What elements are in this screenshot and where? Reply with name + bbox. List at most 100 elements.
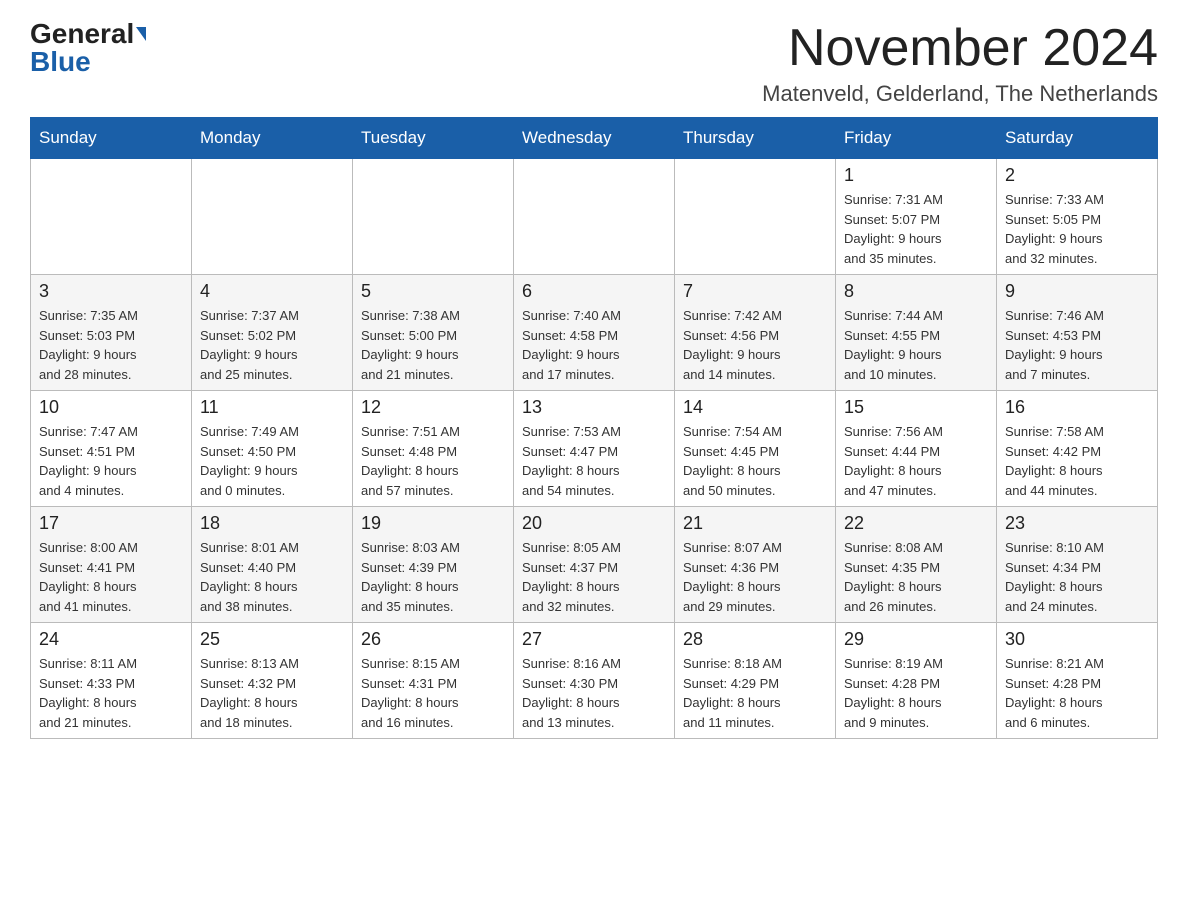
day-info: Sunrise: 7:47 AMSunset: 4:51 PMDaylight:… <box>39 422 183 500</box>
day-number: 2 <box>1005 165 1149 186</box>
calendar-week-row: 17 Sunrise: 8:00 AMSunset: 4:41 PMDayligh… <box>31 507 1158 623</box>
day-info: Sunrise: 7:40 AMSunset: 4:58 PMDaylight:… <box>522 306 666 384</box>
calendar-cell: 26 Sunrise: 8:15 AMSunset: 4:31 PMDayligh… <box>353 623 514 739</box>
calendar-cell: 21Sunrise: 8:07 AMSunset: 4:36 PMDayligh… <box>675 507 836 623</box>
day-info: Sunrise: 8:15 AMSunset: 4:31 PMDaylight:… <box>361 654 505 732</box>
calendar-cell: 13 Sunrise: 7:53 AMSunset: 4:47 PMDayligh… <box>514 391 675 507</box>
day-info: Sunrise: 7:35 AMSunset: 5:03 PMDaylight:… <box>39 306 183 384</box>
calendar-header-monday: Monday <box>192 118 353 159</box>
day-info: Sunrise: 8:01 AMSunset: 4:40 PMDaylight:… <box>200 538 344 616</box>
logo-blue: Blue <box>30 48 91 76</box>
day-number: 22 <box>844 513 988 534</box>
day-info: Sunrise: 8:05 AMSunset: 4:37 PMDaylight:… <box>522 538 666 616</box>
logo-triangle-icon <box>136 27 146 41</box>
calendar-cell: 18 Sunrise: 8:01 AMSunset: 4:40 PMDayligh… <box>192 507 353 623</box>
calendar-cell <box>31 159 192 275</box>
day-info: Sunrise: 8:11 AMSunset: 4:33 PMDaylight:… <box>39 654 183 732</box>
calendar-cell: 19 Sunrise: 8:03 AMSunset: 4:39 PMDayligh… <box>353 507 514 623</box>
day-info: Sunrise: 7:38 AMSunset: 5:00 PMDaylight:… <box>361 306 505 384</box>
day-number: 11 <box>200 397 344 418</box>
day-number: 4 <box>200 281 344 302</box>
day-number: 30 <box>1005 629 1149 650</box>
day-info: Sunrise: 7:58 AMSunset: 4:42 PMDaylight:… <box>1005 422 1149 500</box>
day-number: 5 <box>361 281 505 302</box>
day-info: Sunrise: 7:31 AMSunset: 5:07 PMDaylight:… <box>844 190 988 268</box>
calendar-cell: 11 Sunrise: 7:49 AMSunset: 4:50 PMDayligh… <box>192 391 353 507</box>
calendar-cell <box>514 159 675 275</box>
calendar-cell: 28 Sunrise: 8:18 AMSunset: 4:29 PMDayligh… <box>675 623 836 739</box>
calendar-header-thursday: Thursday <box>675 118 836 159</box>
calendar-cell: 15 Sunrise: 7:56 AMSunset: 4:44 PMDayligh… <box>836 391 997 507</box>
calendar-cell: 24 Sunrise: 8:11 AMSunset: 4:33 PMDayligh… <box>31 623 192 739</box>
day-number: 12 <box>361 397 505 418</box>
calendar-cell: 2Sunrise: 7:33 AMSunset: 5:05 PMDaylight… <box>997 159 1158 275</box>
day-info: Sunrise: 8:10 AMSunset: 4:34 PMDaylight:… <box>1005 538 1149 616</box>
location-title: Matenveld, Gelderland, The Netherlands <box>762 81 1158 107</box>
calendar-cell <box>192 159 353 275</box>
day-info: Sunrise: 8:21 AMSunset: 4:28 PMDaylight:… <box>1005 654 1149 732</box>
day-number: 10 <box>39 397 183 418</box>
day-number: 14 <box>683 397 827 418</box>
calendar-header-row: SundayMondayTuesdayWednesdayThursdayFrid… <box>31 118 1158 159</box>
day-info: Sunrise: 8:00 AMSunset: 4:41 PMDaylight:… <box>39 538 183 616</box>
calendar-header-friday: Friday <box>836 118 997 159</box>
calendar-cell: 9Sunrise: 7:46 AMSunset: 4:53 PMDaylight… <box>997 275 1158 391</box>
day-info: Sunrise: 8:18 AMSunset: 4:29 PMDaylight:… <box>683 654 827 732</box>
day-number: 3 <box>39 281 183 302</box>
calendar-week-row: 1 Sunrise: 7:31 AMSunset: 5:07 PMDaylight… <box>31 159 1158 275</box>
day-info: Sunrise: 7:49 AMSunset: 4:50 PMDaylight:… <box>200 422 344 500</box>
day-info: Sunrise: 7:53 AMSunset: 4:47 PMDaylight:… <box>522 422 666 500</box>
day-number: 17 <box>39 513 183 534</box>
day-info: Sunrise: 8:13 AMSunset: 4:32 PMDaylight:… <box>200 654 344 732</box>
day-number: 24 <box>39 629 183 650</box>
title-block: November 2024 Matenveld, Gelderland, The… <box>762 20 1158 107</box>
calendar-cell <box>675 159 836 275</box>
day-number: 23 <box>1005 513 1149 534</box>
day-number: 15 <box>844 397 988 418</box>
calendar-cell: 25 Sunrise: 8:13 AMSunset: 4:32 PMDayligh… <box>192 623 353 739</box>
day-number: 26 <box>361 629 505 650</box>
calendar-cell: 17 Sunrise: 8:00 AMSunset: 4:41 PMDayligh… <box>31 507 192 623</box>
day-info: Sunrise: 7:37 AMSunset: 5:02 PMDaylight:… <box>200 306 344 384</box>
calendar-header-tuesday: Tuesday <box>353 118 514 159</box>
calendar-cell: 12 Sunrise: 7:51 AMSunset: 4:48 PMDayligh… <box>353 391 514 507</box>
month-title: November 2024 <box>762 20 1158 77</box>
calendar-week-row: 24 Sunrise: 8:11 AMSunset: 4:33 PMDayligh… <box>31 623 1158 739</box>
day-info: Sunrise: 7:46 AMSunset: 4:53 PMDaylight:… <box>1005 306 1149 384</box>
calendar-cell: 30 Sunrise: 8:21 AMSunset: 4:28 PMDayligh… <box>997 623 1158 739</box>
day-number: 18 <box>200 513 344 534</box>
calendar-week-row: 3 Sunrise: 7:35 AMSunset: 5:03 PMDaylight… <box>31 275 1158 391</box>
calendar-cell: 29Sunrise: 8:19 AMSunset: 4:28 PMDayligh… <box>836 623 997 739</box>
day-number: 25 <box>200 629 344 650</box>
day-info: Sunrise: 7:51 AMSunset: 4:48 PMDaylight:… <box>361 422 505 500</box>
day-info: Sunrise: 7:56 AMSunset: 4:44 PMDaylight:… <box>844 422 988 500</box>
calendar-header-saturday: Saturday <box>997 118 1158 159</box>
calendar-cell: 4 Sunrise: 7:37 AMSunset: 5:02 PMDaylight… <box>192 275 353 391</box>
page-header: General Blue November 2024 Matenveld, Ge… <box>30 20 1158 107</box>
day-info: Sunrise: 7:42 AMSunset: 4:56 PMDaylight:… <box>683 306 827 384</box>
day-info: Sunrise: 8:03 AMSunset: 4:39 PMDaylight:… <box>361 538 505 616</box>
calendar-cell: 23 Sunrise: 8:10 AMSunset: 4:34 PMDayligh… <box>997 507 1158 623</box>
day-info: Sunrise: 8:08 AMSunset: 4:35 PMDaylight:… <box>844 538 988 616</box>
calendar-cell <box>353 159 514 275</box>
calendar-cell: 7 Sunrise: 7:42 AMSunset: 4:56 PMDaylight… <box>675 275 836 391</box>
day-number: 27 <box>522 629 666 650</box>
day-info: Sunrise: 7:44 AMSunset: 4:55 PMDaylight:… <box>844 306 988 384</box>
calendar-cell: 8Sunrise: 7:44 AMSunset: 4:55 PMDaylight… <box>836 275 997 391</box>
day-number: 6 <box>522 281 666 302</box>
day-number: 29 <box>844 629 988 650</box>
day-number: 28 <box>683 629 827 650</box>
calendar-cell: 5 Sunrise: 7:38 AMSunset: 5:00 PMDaylight… <box>353 275 514 391</box>
day-number: 13 <box>522 397 666 418</box>
day-info: Sunrise: 8:16 AMSunset: 4:30 PMDaylight:… <box>522 654 666 732</box>
day-number: 19 <box>361 513 505 534</box>
day-number: 1 <box>844 165 988 186</box>
day-info: Sunrise: 7:54 AMSunset: 4:45 PMDaylight:… <box>683 422 827 500</box>
calendar-cell: 3 Sunrise: 7:35 AMSunset: 5:03 PMDaylight… <box>31 275 192 391</box>
calendar-header-wednesday: Wednesday <box>514 118 675 159</box>
day-number: 7 <box>683 281 827 302</box>
calendar-week-row: 10 Sunrise: 7:47 AMSunset: 4:51 PMDayligh… <box>31 391 1158 507</box>
calendar-cell: 6 Sunrise: 7:40 AMSunset: 4:58 PMDaylight… <box>514 275 675 391</box>
calendar-header-sunday: Sunday <box>31 118 192 159</box>
logo-general: General <box>30 20 134 48</box>
